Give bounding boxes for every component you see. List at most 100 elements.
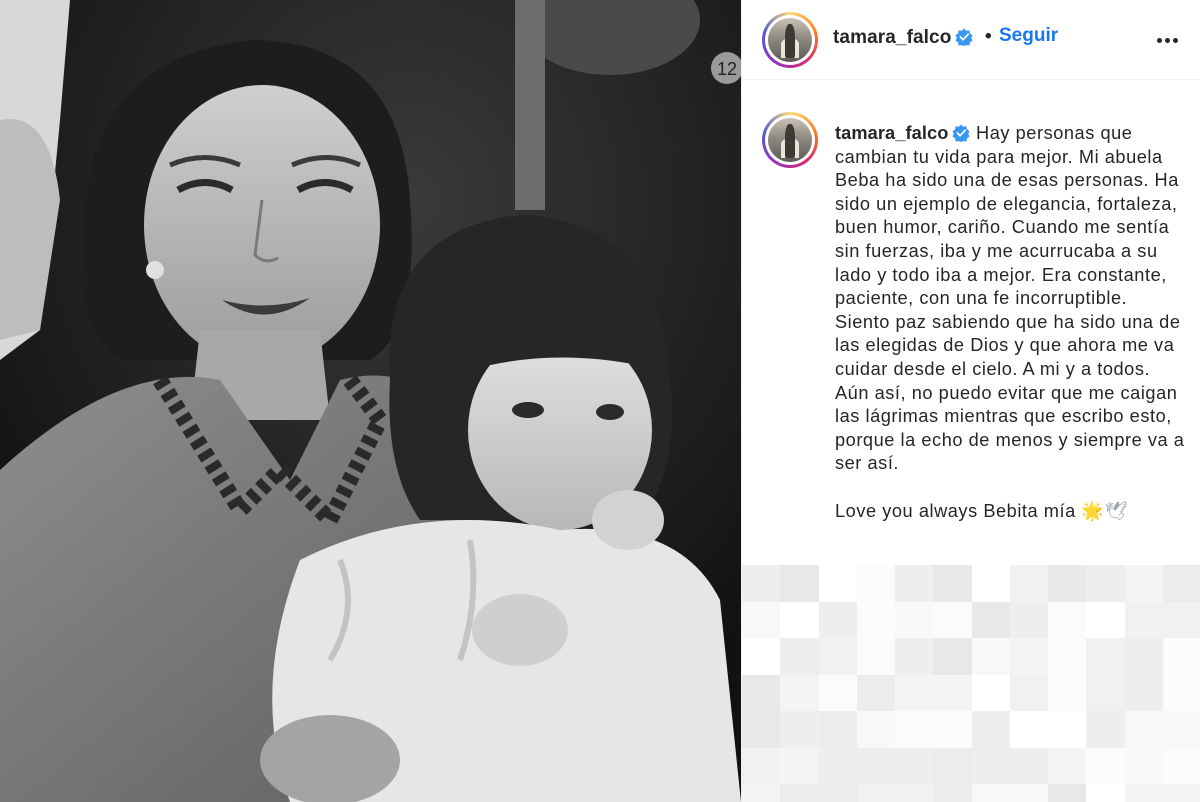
- pixel-tile: [1086, 601, 1125, 638]
- pixel-tile: [1009, 711, 1048, 748]
- pixel-tile: [1162, 565, 1200, 602]
- pixel-tile: [1048, 747, 1087, 784]
- pixel-tile: [1009, 674, 1048, 711]
- pixel-tile: [818, 638, 857, 675]
- glowing-star-icon: 🌟: [1081, 500, 1105, 521]
- pixel-tile: [971, 601, 1010, 638]
- pixel-tile: [742, 601, 781, 638]
- pixel-tile: [933, 565, 972, 602]
- pixel-tile: [742, 674, 781, 711]
- pixel-tile: [818, 565, 857, 602]
- pixel-tile: [1086, 565, 1125, 602]
- pixel-tile: [933, 784, 972, 802]
- pixel-tile: [780, 601, 819, 638]
- pixel-tile: [1048, 674, 1087, 711]
- pixel-tile: [933, 638, 972, 675]
- pixel-tile: [1009, 638, 1048, 675]
- pixel-tile: [1124, 784, 1163, 802]
- pixel-tile: [1048, 565, 1087, 602]
- pixel-tile: [895, 674, 934, 711]
- pixel-tile: [1124, 565, 1163, 602]
- pixel-tile: [1162, 674, 1200, 711]
- pixel-tile: [895, 747, 934, 784]
- pixel-tile: [895, 565, 934, 602]
- pixel-tile: [1124, 747, 1163, 784]
- username-text: tamara_falco: [833, 27, 952, 48]
- pixel-tile: [971, 711, 1010, 748]
- pixel-tile: [818, 711, 857, 748]
- pixel-tile: [1086, 638, 1125, 675]
- pixel-tile: [933, 747, 972, 784]
- pixel-tile: [1048, 711, 1087, 748]
- pixel-tile: [1162, 601, 1200, 638]
- pixel-tile: [1048, 601, 1087, 638]
- caption-username[interactable]: tamara_falco: [835, 123, 970, 143]
- pixel-tile: [1124, 601, 1163, 638]
- pixel-tile: [1009, 747, 1048, 784]
- pixel-tile: [742, 565, 781, 602]
- pixel-tile: [1048, 638, 1087, 675]
- pixel-tile: [818, 601, 857, 638]
- pixel-tile: [1124, 638, 1163, 675]
- pixel-tile: [1086, 711, 1125, 748]
- svg-text:12: 12: [717, 59, 737, 79]
- pixel-tile: [856, 601, 895, 638]
- pixel-tile: [971, 747, 1010, 784]
- pixel-tile: [933, 601, 972, 638]
- pixel-tile: [780, 784, 819, 802]
- pixel-tile: [1048, 784, 1087, 802]
- pixel-tile: [856, 784, 895, 802]
- pixel-tile: [818, 674, 857, 711]
- pixel-tile: [1009, 784, 1048, 802]
- follow-button[interactable]: Seguir: [999, 25, 1058, 47]
- pixel-tile: [1162, 747, 1200, 784]
- pixel-tile: [780, 747, 819, 784]
- separator-dot: •: [985, 26, 992, 47]
- pixel-tile: [856, 711, 895, 748]
- avatar[interactable]: [762, 12, 818, 68]
- pixel-tile: [971, 674, 1010, 711]
- pixel-tile: [856, 565, 895, 602]
- pixel-tile: [895, 711, 934, 748]
- pixelated-comments: [742, 565, 1200, 802]
- pixel-tile: [1162, 784, 1200, 802]
- pixel-tile: [895, 601, 934, 638]
- pixel-tile: [895, 638, 934, 675]
- pixel-tile: [933, 711, 972, 748]
- pixel-tile: [780, 638, 819, 675]
- pixel-tile: [1086, 674, 1125, 711]
- pixel-tile: [1086, 784, 1125, 802]
- username-link[interactable]: tamara_falco: [833, 27, 973, 49]
- photo-image: 12: [0, 0, 741, 802]
- verified-badge-icon: [952, 124, 970, 142]
- post-header: tamara_falco • Seguir: [742, 0, 1200, 80]
- pixel-tile: [895, 784, 934, 802]
- avatar[interactable]: [762, 112, 818, 168]
- pixel-tile: [818, 784, 857, 802]
- pixel-tile: [971, 638, 1010, 675]
- pixel-tile: [742, 747, 781, 784]
- pixel-tile: [971, 565, 1010, 602]
- pixel-tile: [742, 638, 781, 675]
- pixel-tile: [742, 784, 781, 802]
- pixel-tile: [971, 784, 1010, 802]
- pixel-tile: [1009, 565, 1048, 602]
- pixel-tile: [780, 674, 819, 711]
- dove-icon: 🕊: [1104, 500, 1129, 521]
- pixel-tile: [1086, 747, 1125, 784]
- caption-text: tamara_falco Hay personas que cambian tu…: [835, 122, 1187, 523]
- pixel-tile: [780, 565, 819, 602]
- pixel-tile: [1009, 601, 1048, 638]
- pixel-tile: [780, 711, 819, 748]
- verified-badge-icon: [955, 28, 973, 46]
- pixel-tile: [742, 711, 781, 748]
- pixel-tile: [856, 638, 895, 675]
- pixel-tile: [818, 747, 857, 784]
- post-photo[interactable]: 12: [0, 0, 741, 802]
- pixel-tile: [1162, 711, 1200, 748]
- pixel-tile: [856, 747, 895, 784]
- pixel-tile: [1124, 711, 1163, 748]
- pixel-tile: [856, 674, 895, 711]
- pixel-tile: [1162, 638, 1200, 675]
- ellipsis-icon[interactable]: [1152, 26, 1182, 54]
